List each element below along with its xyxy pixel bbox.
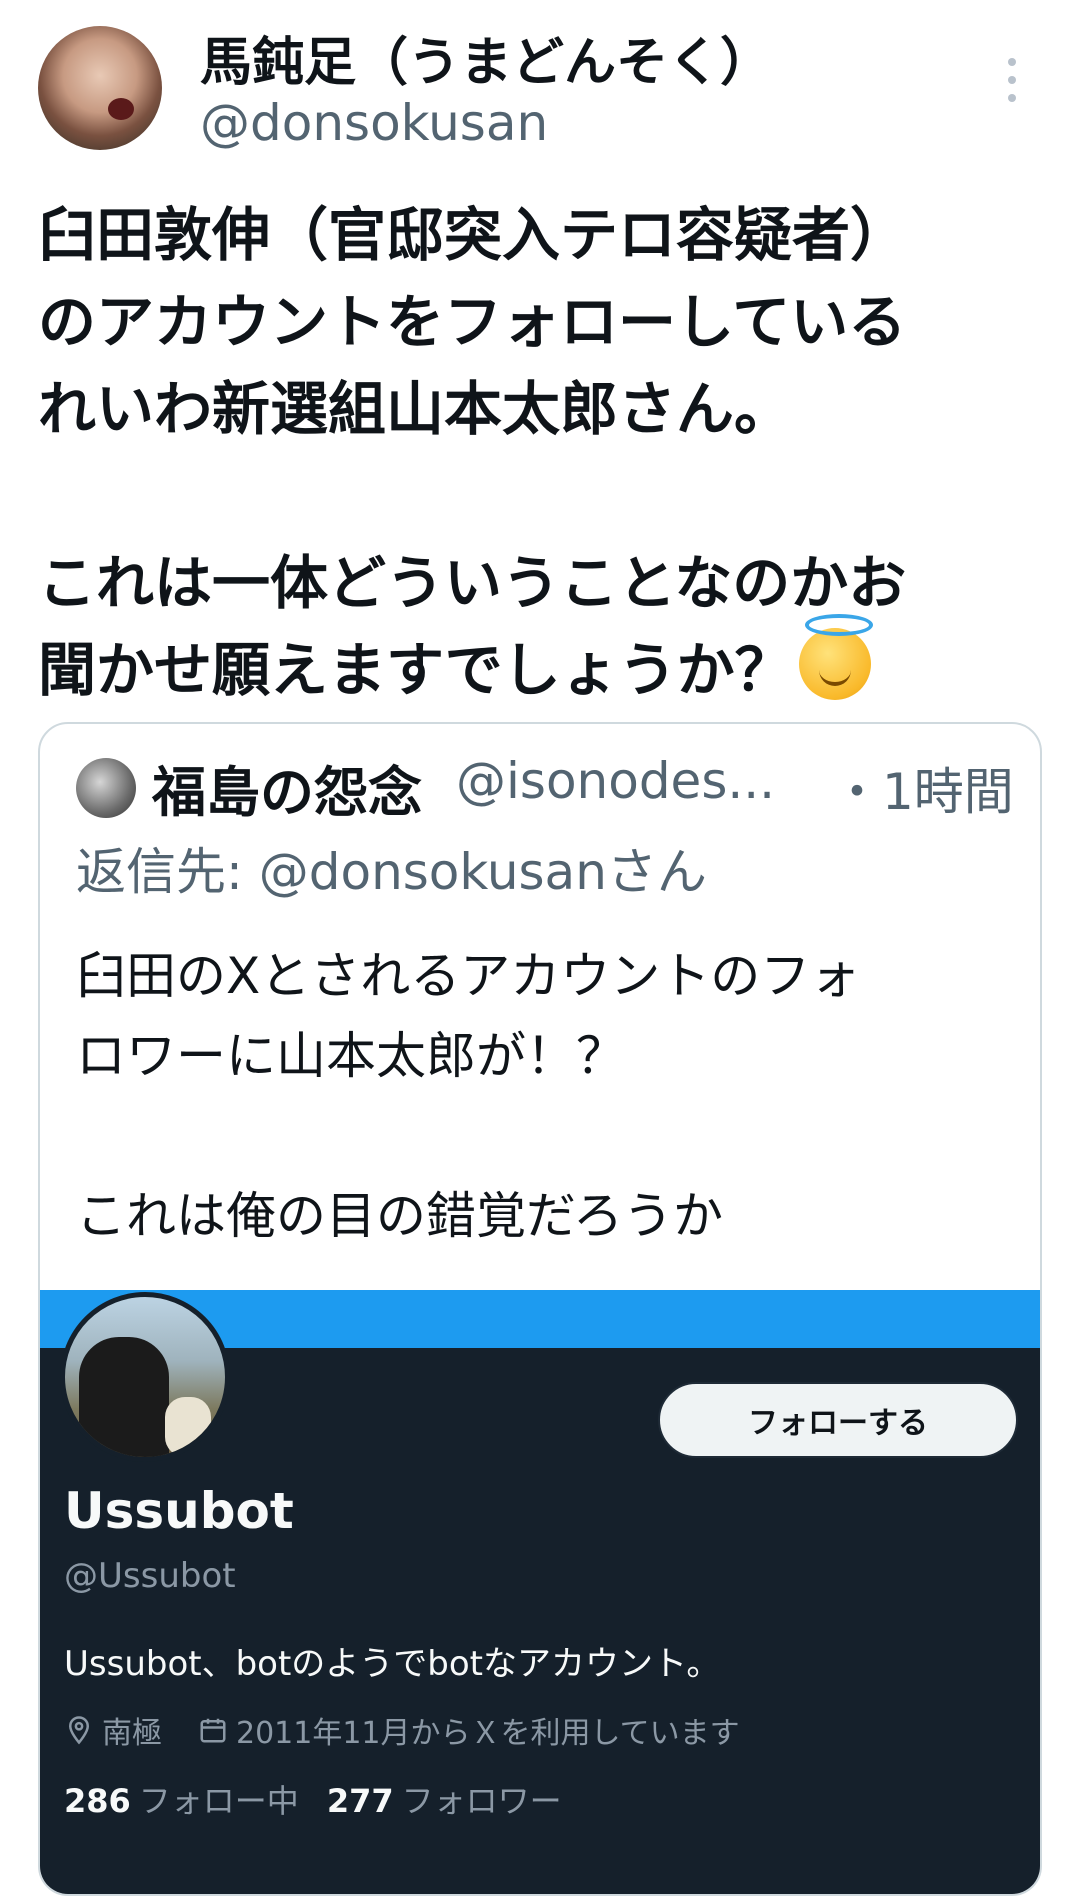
quoted-author-handle[interactable]: @isonodes... (456, 752, 836, 810)
more-options-icon[interactable] (1004, 58, 1020, 102)
location-pin-icon (68, 1716, 90, 1745)
smiling-face-with-halo-icon (798, 614, 873, 700)
tweet-line: 聞かせ願えますでしょうか？ (38, 636, 793, 704)
quoted-line: ロワーに山本太郎が！？ (76, 1027, 626, 1085)
tweet-line: 臼田敦伸（官邸突入テロ容疑者） (38, 201, 909, 269)
quoted-timestamp[interactable]: ・1時間 (832, 752, 1014, 824)
profile-avatar (60, 1292, 230, 1462)
profile-bio: Ussubot、botのようでbotなアカウント。 (64, 1644, 721, 1684)
followers-label: フォロワー (401, 1782, 562, 1820)
following-label: フォロー中 (138, 1782, 299, 1820)
author-avatar[interactable] (38, 26, 162, 150)
tweet-line: のアカウントをフォローしている (38, 288, 907, 356)
profile-name: Ussubot (64, 1482, 294, 1540)
quoted-line: 臼田のXとされるアカウントのフォ (76, 947, 861, 1005)
profile-screenshot: フォローする Ussubot @Ussubot Ussubot、botのようでb… (40, 1290, 1040, 1894)
followers-count: 277 (326, 1782, 394, 1820)
profile-joined-date: 2011年11月からＸを利用しています (236, 1716, 740, 1751)
author-display-name[interactable]: 馬鈍足（うまどんそく） (200, 20, 772, 95)
tweet-text: 臼田敦伸（官邸突入テロ容疑者） のアカウントをフォローしている れいわ新選組山本… (38, 192, 1048, 714)
profile-handle: @Ussubot (64, 1556, 236, 1596)
profile-stats: 286 フォロー中 277 フォロワー (64, 1776, 562, 1822)
quoted-text: 臼田のXとされるアカウントのフォ ロワーに山本太郎が！？ これは俺の目の錯覚だろ… (76, 936, 1016, 1256)
reply-to-label: 返信先: @donsokusanさん (76, 843, 707, 901)
tweet-line: これは一体どういうことなのかお (38, 549, 907, 617)
quoted-line: これは俺の目の錯覚だろうか (76, 1187, 723, 1245)
quoted-author-avatar[interactable] (76, 758, 136, 818)
tweet-line: れいわ新選組山本太郎さん。 (38, 375, 793, 443)
profile-meta: 南極 2011年11月からＸを利用しています (64, 1708, 740, 1752)
following-count: 286 (64, 1782, 131, 1820)
calendar-icon (200, 1718, 226, 1743)
author-handle[interactable]: @donsokusan (200, 94, 548, 152)
profile-location: 南極 (102, 1716, 162, 1751)
quoted-author-name[interactable]: 福島の怨念 (152, 748, 422, 827)
tweet-header: 馬鈍足（うまどんそく） @donsokusan (0, 0, 1080, 160)
tweet-line-with-emoji: 聞かせ願えますでしょうか？ (38, 614, 1048, 714)
follow-button[interactable]: フォローする (658, 1382, 1018, 1458)
quoted-tweet[interactable]: 福島の怨念 @isonodes... ・1時間 返信先: @donsokusan… (38, 722, 1042, 1896)
